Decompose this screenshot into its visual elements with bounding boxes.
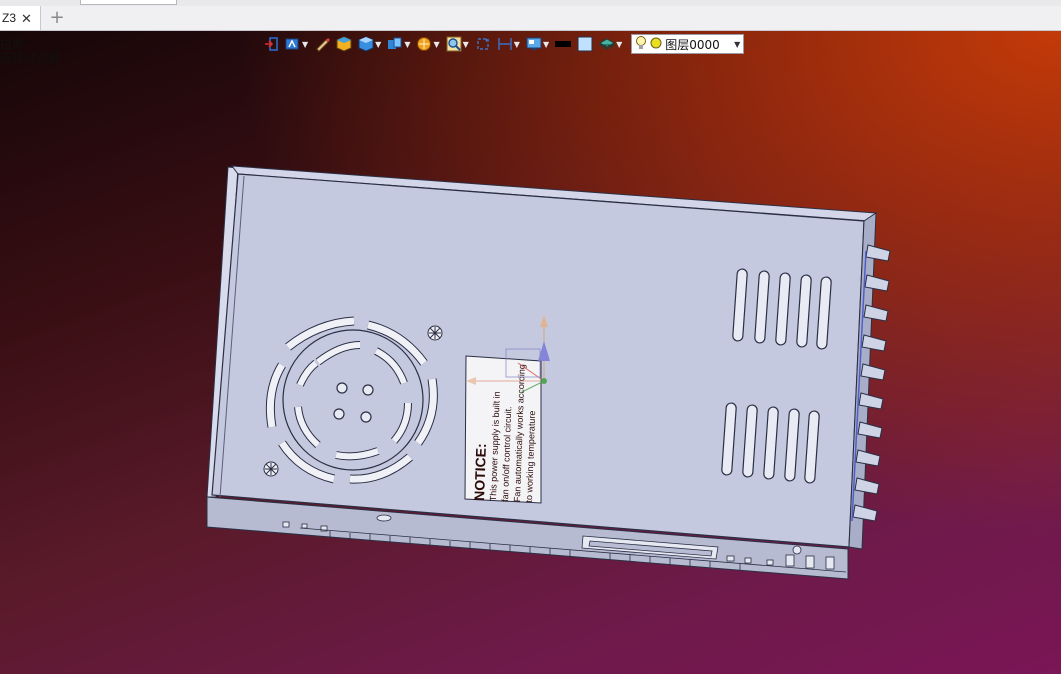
zoom-button[interactable]: ▼ xyxy=(445,34,470,54)
chevron-down-icon: ▼ xyxy=(302,39,309,49)
tab-label: Z3 xyxy=(2,11,17,25)
display-settings-button[interactable]: ▼ xyxy=(525,34,550,54)
layer-name: 图层0000 xyxy=(665,37,720,52)
notice-title: NOTICE: xyxy=(471,443,489,501)
face-color-button[interactable] xyxy=(576,34,594,54)
chevron-down-icon: ▼ xyxy=(433,39,440,49)
render-sphere-icon xyxy=(416,36,432,52)
power-supply-model[interactable]: NOTICE: This power supply is built in fa… xyxy=(0,31,1061,674)
chevron-down-icon: ▼ xyxy=(462,39,469,49)
pencil-button[interactable] xyxy=(313,34,331,54)
chevron-down-icon: ▼ xyxy=(375,39,382,49)
exit-sketch-button[interactable] xyxy=(262,34,280,54)
rotate-icon xyxy=(475,36,491,52)
pencil-icon xyxy=(314,36,331,52)
notice-label: NOTICE: This power supply is built in fa… xyxy=(464,355,542,504)
section-view-icon xyxy=(387,36,403,52)
3d-viewport[interactable]: 拉伸 选择过滤器 NOTICE: This power supply is bu… xyxy=(0,31,1061,674)
search-input-stub[interactable] xyxy=(80,0,177,5)
tab-z3[interactable]: Z3 ✕ xyxy=(0,6,41,30)
zoom-icon xyxy=(446,36,462,52)
display-mode-button[interactable]: ▼ xyxy=(357,34,382,54)
display-mode-cube-icon xyxy=(358,36,374,52)
light-blue-square-icon xyxy=(577,36,593,52)
chevron-down-icon: ▼ xyxy=(542,39,550,49)
chevron-down-icon: ▼ xyxy=(404,39,411,49)
lightbulb-icon xyxy=(635,35,647,53)
layer-plane-icon xyxy=(599,36,616,52)
dimension-button[interactable]: ▼ xyxy=(496,34,521,54)
chevron-down-icon: ▼ xyxy=(513,39,520,49)
chevron-down-icon: ▼ xyxy=(616,39,623,49)
layer-color-dot-icon xyxy=(650,37,662,52)
view-orientation-button[interactable]: ▼ xyxy=(284,34,309,54)
black-rectangle-icon xyxy=(555,36,572,52)
layer-manager-button[interactable]: ▼ xyxy=(598,34,623,54)
view-toolbar: ▼ ▼ ▼ ▼ ▼ ▼ ▼ ▼ 图层0000 ▼ xyxy=(262,33,745,55)
render-button[interactable]: ▼ xyxy=(415,34,440,54)
dimension-icon xyxy=(497,36,513,52)
monitor-display-icon xyxy=(526,36,542,52)
tab-bar: Z3 ✕ + xyxy=(0,6,1061,31)
layer-select[interactable]: 图层0000 ▼ xyxy=(631,34,745,54)
section-view-button[interactable]: ▼ xyxy=(386,34,411,54)
view-orientation-icon xyxy=(285,36,301,52)
shaded-cube-icon xyxy=(336,36,352,52)
chevron-down-icon[interactable]: ▼ xyxy=(734,40,740,49)
exit-sketch-icon xyxy=(263,36,279,52)
rotate-button[interactable] xyxy=(474,34,492,54)
line-color-button[interactable] xyxy=(554,34,572,54)
close-icon[interactable]: ✕ xyxy=(21,12,32,25)
add-tab-icon[interactable]: + xyxy=(49,8,65,28)
shaded-cube-button[interactable] xyxy=(335,34,353,54)
